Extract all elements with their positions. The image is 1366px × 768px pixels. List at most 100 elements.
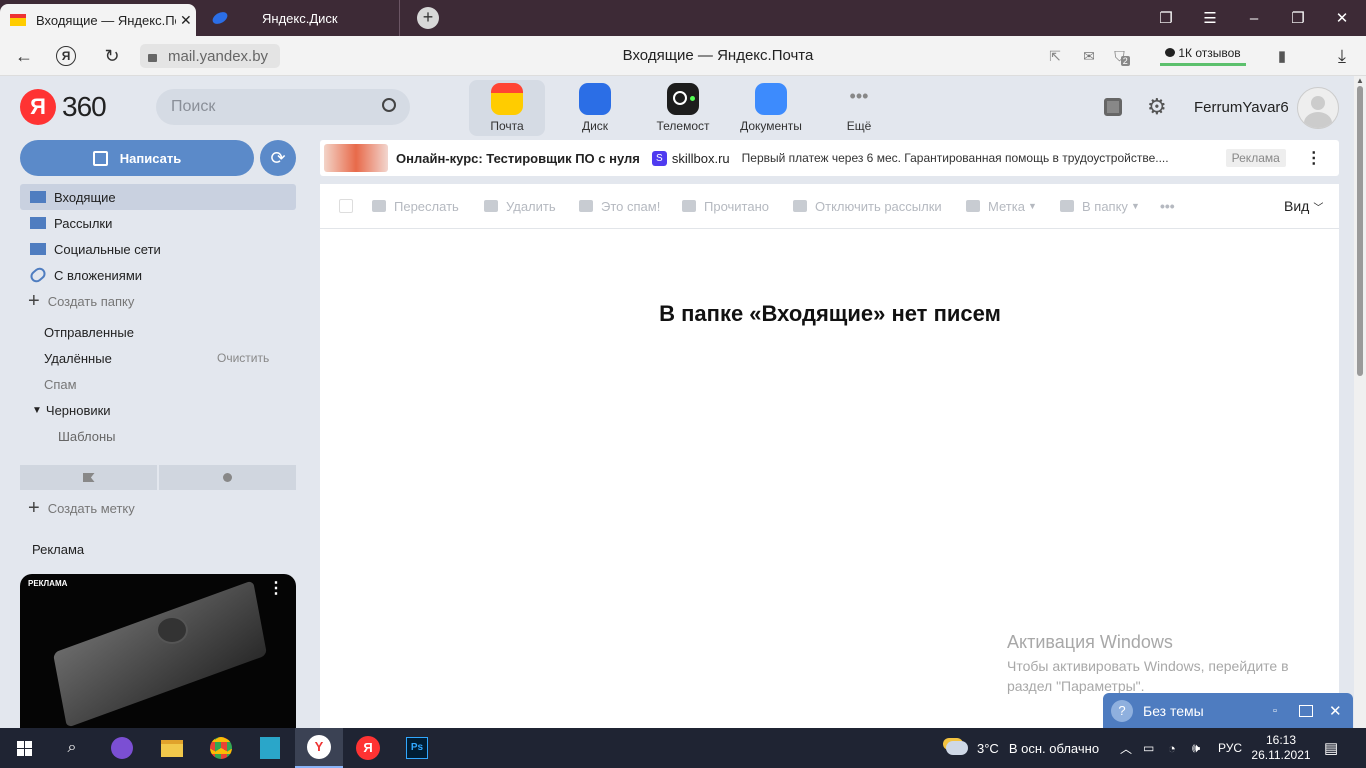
forward-button[interactable]: Переслать [372,198,459,214]
disk-favicon-icon [210,9,230,27]
compose-button[interactable]: Написать [20,140,254,176]
avatar[interactable] [1297,87,1339,129]
filter-unread-button[interactable] [159,465,296,490]
chrome-icon[interactable] [197,728,245,768]
reload-icon[interactable]: ↻ [100,44,124,68]
delete-button[interactable]: Удалить [484,198,556,214]
filter-flag-button[interactable] [20,465,157,490]
scroll-thumb[interactable] [1357,86,1363,376]
photoshop-icon[interactable]: Ps [393,728,441,768]
folder-deleted[interactable]: Удалённые Очистить [20,345,296,371]
minimize-icon[interactable]: – [1234,0,1274,36]
service-mail[interactable]: Почта [469,80,545,136]
popup-close-icon[interactable]: ✕ [1329,702,1342,720]
ad-heading: Реклама [32,542,85,557]
folder-drafts[interactable]: ▼ Черновики [20,397,296,423]
bookmarks-panel-icon[interactable]: ❐ [1146,0,1186,36]
sidebar-ad[interactable]: РЕКЛАМА ⋮ [20,574,296,728]
yandex-360-logo[interactable]: Я 360 [20,89,107,125]
unsubscribe-button[interactable]: Отключить рассылки [793,198,942,214]
file-explorer-icon[interactable] [148,728,196,768]
service-disk[interactable]: Диск [557,80,633,136]
ad-banner-menu-icon[interactable]: ⋮ [1306,148,1322,168]
folder-attachments[interactable]: С вложениями [20,262,296,288]
tray-chevron-icon[interactable]: ︿ [1120,728,1132,768]
skillbox-logo-icon: S [651,150,667,166]
folder-social[interactable]: Социальные сети [20,236,296,262]
battery-icon[interactable]: ▭ [1143,728,1154,768]
logo-360-text: 360 [62,91,107,122]
mark-read-button[interactable]: Прочитано [682,198,769,214]
service-documents[interactable]: Документы [733,80,809,136]
url-field[interactable]: mail.yandex.by [140,44,280,68]
folder-spam[interactable]: Спам [20,371,296,397]
restore-icon[interactable]: ❐ [1278,0,1318,36]
fullscreen-icon[interactable] [1104,98,1122,116]
scroll-up-icon[interactable]: ▲ [1356,76,1364,85]
ad-banner-image [324,144,388,172]
back-icon[interactable]: ← [12,44,36,68]
mail-ext-icon[interactable]: ✉ [1077,44,1101,68]
volume-icon[interactable]: 🕪 [1192,728,1200,768]
settings-gear-icon[interactable]: ⚙ [1147,96,1167,118]
ad-banner-title: Онлайн-курс: Тестировщик ПО с нуля [396,150,640,166]
tab-disk[interactable]: Яндекс.Диск [200,0,400,36]
create-folder-button[interactable]: + Создать папку [20,288,296,314]
menu-icon[interactable]: ☰ [1190,0,1230,36]
create-label-button[interactable]: + Создать метку [20,495,296,521]
popup-maximize-icon[interactable] [1299,704,1313,717]
page-scrollbar[interactable]: ▲ [1354,76,1366,728]
service-label: Ещё [846,119,872,133]
yandex-browser-icon[interactable]: Y [295,728,343,768]
folder-inbox[interactable]: Входящие [20,184,296,210]
trash-icon [484,200,498,212]
protect-icon[interactable]: ⛉ 2 [1110,44,1134,68]
tab-mail[interactable]: Входящие — Яндекс.По ✕ [0,4,196,36]
search-icon[interactable]: ⌕ [48,728,96,768]
select-all-checkbox[interactable] [339,199,353,213]
reviews-button[interactable]: 1К отзывов [1160,42,1246,66]
download-icon[interactable]: ⤓ [1330,44,1354,68]
label-button[interactable]: Метка ▼ [966,198,1037,214]
view-button[interactable]: Вид ﹀ [1284,198,1323,214]
language-indicator[interactable]: РУС [1218,728,1242,768]
wifi-icon[interactable]: ◔ [1168,728,1176,768]
weather-widget[interactable]: 3°C В осн. облачно [946,728,1099,768]
triangle-down-icon[interactable]: ▼ [32,405,42,416]
viber-icon[interactable] [98,728,146,768]
folder-templates[interactable]: Шаблоны [20,423,296,449]
close-window-icon[interactable]: ✕ [1322,0,1362,36]
yandex-button-icon[interactable]: Я [56,46,76,66]
folder-newsletters[interactable]: Рассылки [20,210,296,236]
folder-sent[interactable]: Отправленные [20,319,296,345]
tab-close-icon[interactable]: ✕ [180,12,192,29]
app-blocks-icon[interactable] [246,728,294,768]
toolbar-label: Удалить [506,198,556,214]
search-input[interactable]: Поиск [156,89,410,125]
username[interactable]: FerrumYavar6 [1194,99,1289,116]
ad-menu-icon[interactable]: ⋮ [268,578,284,598]
folder-label: Черновики [45,402,111,418]
more-actions-icon[interactable]: ••• [1160,198,1175,214]
popup-minimize-icon[interactable]: ▫ [1273,705,1277,717]
tab-title: Яндекс.Диск [262,10,338,26]
service-more[interactable]: ••• Ещё [821,80,897,136]
spam-button[interactable]: Это спам! [579,198,660,214]
yandex-icon[interactable]: Я [344,728,392,768]
search-icon[interactable] [382,98,396,112]
windows-start-icon[interactable] [0,728,48,768]
clock[interactable]: 16:13 26.11.2021 [1250,728,1312,768]
share-icon[interactable]: ⇱ [1043,44,1067,68]
notifications-icon[interactable]: ▤ [1324,728,1338,768]
new-tab-button[interactable]: + [417,7,439,29]
toolbar-label: Прочитано [704,198,769,214]
address-bar: ← Я ↻ mail.yandex.by Входящие — Яндекс.П… [0,36,1366,76]
move-to-folder-button[interactable]: В папку ▼ [1060,198,1140,214]
folder-label: С вложениями [54,267,143,283]
service-telemost[interactable]: Телемост [645,80,721,136]
clear-button[interactable]: Очистить [217,351,269,365]
bookmark-icon[interactable]: ▮ [1270,44,1294,68]
theme-popup[interactable]: ? Без темы ▫ ✕ [1103,693,1353,728]
ad-banner[interactable]: Онлайн-курс: Тестировщик ПО с нуля S ski… [320,140,1339,176]
refresh-button[interactable]: ⟳ [260,140,296,176]
